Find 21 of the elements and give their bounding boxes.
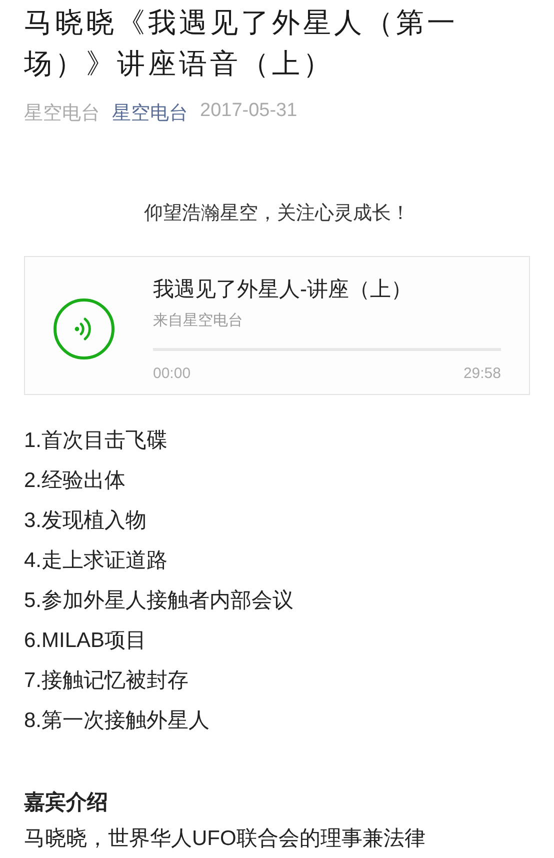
duration-time: 29:58 (463, 365, 501, 382)
account-link[interactable]: 星空电台 (112, 100, 188, 126)
tagline: 仰望浩瀚星空，关注心灵成长！ (143, 202, 411, 226)
publish-date: 2017-05-31 (200, 100, 298, 123)
outline-item: 2.经验出体 (24, 468, 127, 494)
outline-item: 1.首次目击飞碟 (24, 428, 169, 454)
audio-card[interactable]: 我遇见了外星人-讲座（上） 来自星空电台 00:00 29:58 (24, 256, 530, 395)
audio-title: 我遇见了外星人-讲座（上） (153, 277, 413, 303)
outline-item: 8.第一次接触外星人 (24, 708, 211, 734)
article-title: 马晓晓《我遇见了外星人（第一场）》讲座语音（上） (24, 6, 459, 81)
audio-play-icon[interactable] (53, 298, 115, 360)
outline-item: 5.参加外星人接触者内部会议 (24, 588, 295, 614)
outline-item: 3.发现植入物 (24, 508, 148, 534)
outline-item: 6.MILAB项目 (24, 628, 148, 654)
section-heading: 嘉宾介绍 (24, 790, 109, 816)
outline-item: 4.走上求证道路 (24, 548, 169, 574)
audio-source: 来自星空电台 (153, 311, 244, 330)
author-name: 星空电台 (24, 102, 100, 126)
section-text: 马晓晓，世界华人UFO联合会的理事兼法律 (24, 826, 426, 852)
outline-item: 7.接触记忆被封存 (24, 668, 190, 694)
elapsed-time: 00:00 (153, 365, 191, 382)
